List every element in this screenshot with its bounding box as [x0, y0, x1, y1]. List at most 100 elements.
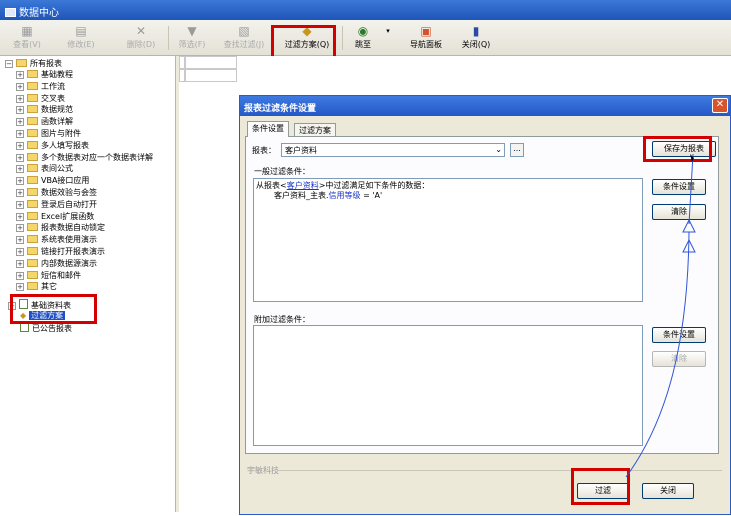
dialog-close-bottom-button[interactable]: 关闭 [642, 483, 694, 499]
dialog-close-bottom-label: 关闭 [660, 486, 676, 495]
folder-icon [27, 223, 38, 232]
tree-folder-item[interactable]: + 其它 [16, 281, 57, 292]
folder-icon [27, 164, 38, 173]
tree-folder-label: 链接打开报表演示 [41, 247, 105, 256]
expand-icon[interactable]: + [16, 71, 24, 79]
expand-icon[interactable]: + [16, 271, 24, 280]
tree-folder-item[interactable]: + 链接打开报表演示 [16, 246, 105, 257]
tree-folder-item[interactable]: + 函数详解 [16, 116, 73, 127]
condition-settings-label: 条件设置 [663, 182, 695, 191]
expand-icon[interactable]: + [16, 283, 24, 292]
tree-folder-label: 其它 [41, 282, 57, 292]
tree-filter-node[interactable]: ◆ 过滤方案 [20, 310, 66, 321]
expand-icon[interactable]: + [16, 236, 24, 245]
tab-filter-scheme[interactable]: 过滤方案 [294, 123, 336, 137]
extra-clear-button[interactable]: 清除 [652, 351, 706, 367]
expand-icon[interactable]: + [16, 130, 24, 138]
condition-line-2: 客户资料_主表.信用等级 = 'A' [274, 191, 382, 201]
filter-condition-dialog: 报表过滤条件设置 ✕ 条件设置 过滤方案 报表： 客户资料 ⌄ ... 保存为报… [239, 95, 731, 515]
tree-folder-item[interactable]: + 工作流 [16, 81, 65, 92]
tree-folder-label: 表间公式 [41, 164, 73, 174]
tree-root-label: 所有报表 [30, 59, 62, 68]
collapse-icon[interactable]: − [5, 60, 13, 68]
nav-panel-label: 导航面板 [410, 40, 442, 49]
condition-settings-button[interactable]: 条件设置 [652, 179, 706, 195]
tab-condition-settings-label: 条件设置 [252, 124, 284, 133]
tree-folder-label: 图片与附件 [41, 129, 81, 138]
folder-icon [27, 93, 38, 102]
expand-icon[interactable]: + [16, 177, 24, 186]
tree-folder-item[interactable]: + 登录后自动打开 [16, 199, 97, 210]
tree-folder-item[interactable]: + 交叉表 [16, 93, 65, 104]
tree-folder-item[interactable]: + 系统表使用演示 [16, 234, 97, 245]
tree-folder-item[interactable]: + 基础教程 [16, 69, 73, 80]
clear-label: 清除 [671, 207, 687, 216]
nav-panel-icon: ▣ [420, 24, 432, 38]
tab-condition-settings[interactable]: 条件设置 [247, 121, 289, 137]
expand-icon[interactable]: + [16, 259, 24, 268]
tree-folder-item[interactable]: + 表间公式 [16, 163, 73, 174]
expand-icon[interactable]: + [16, 82, 24, 91]
extra-condition-label: 附加过滤条件： [254, 315, 310, 324]
find-filter-label: 查找过滤(J) [223, 40, 265, 49]
tree-published-node[interactable]: 已公告报表 [20, 322, 72, 333]
filter-button[interactable]: 过滤 [577, 483, 629, 499]
funnel-filter-button[interactable]: ▼ 筛选(F) [172, 23, 212, 53]
close-toolbar-button[interactable]: ▮ 关闭(Q) [456, 23, 496, 53]
tree-folder-item[interactable]: + 短信和邮件 [16, 270, 81, 281]
grid-cell[interactable] [185, 56, 237, 69]
expand-icon[interactable]: + [16, 141, 24, 150]
extra-condition-box[interactable] [253, 325, 643, 446]
condition-report-link[interactable]: 客户资料 [287, 181, 319, 190]
collapse-icon[interactable]: − [8, 302, 16, 310]
tree-folder-item[interactable]: + 数据规范 [16, 104, 73, 115]
close-toolbar-label: 关闭(Q) [461, 40, 491, 49]
tree-folder-item[interactable]: + 内部数据源演示 [16, 258, 97, 269]
clear-button[interactable]: 清除 [652, 204, 706, 220]
folder-icon [27, 176, 38, 185]
expand-icon[interactable]: + [16, 224, 24, 233]
jump-to-dropdown[interactable]: ▾ [384, 23, 392, 53]
edit-button[interactable]: ▤ 修改(E) [60, 23, 102, 53]
expand-icon[interactable]: + [16, 106, 24, 115]
view-button[interactable]: ▦ 查看(V) [6, 23, 48, 53]
dialog-close-button[interactable]: ✕ [712, 98, 728, 113]
jump-to-icon: ◉ [357, 24, 369, 38]
tree-folder-label: 数据规范 [41, 105, 73, 115]
tab-filter-scheme-label: 过滤方案 [299, 126, 331, 135]
general-condition-box[interactable]: 从报表<客户资料>中过滤满足如下条件的数据： 客户资料_主表.信用等级 = 'A… [253, 178, 643, 302]
expand-icon[interactable]: + [16, 189, 24, 197]
expand-icon[interactable]: + [16, 94, 24, 103]
expand-icon[interactable]: + [16, 248, 24, 256]
tree-folder-item[interactable]: + Excel扩展函数 [16, 211, 94, 222]
save-as-scheme-button[interactable]: 保存为报表 [652, 141, 716, 157]
jump-to-button[interactable]: ◉ 跳至 [348, 23, 378, 53]
tree-folder-item[interactable]: + 图片与附件 [16, 128, 81, 139]
tree-folder-item[interactable]: + 数据效验与会签 [16, 187, 97, 198]
expand-icon[interactable]: + [16, 212, 24, 221]
folder-icon [27, 199, 38, 208]
expand-icon[interactable]: + [16, 165, 24, 174]
dialog-title: 报表过滤条件设置 [244, 104, 317, 114]
extra-condition-settings-button[interactable]: 条件设置 [652, 327, 706, 343]
tree-folder-item[interactable]: + VBA接口应用 [16, 175, 89, 186]
find-filter-button[interactable]: ▧ 查找过滤(J) [218, 23, 270, 53]
report-browse-button[interactable]: ... [510, 143, 524, 157]
tree-folder-item[interactable]: + 多个数据表对应一个数据表详解 [16, 152, 153, 163]
delete-button[interactable]: ✕ 删除(D) [120, 23, 162, 53]
grid-cell[interactable] [185, 69, 237, 82]
expand-icon[interactable]: + [16, 118, 24, 127]
filter-scheme-button[interactable]: ◆ 过滤方案(Q) [279, 23, 335, 53]
nav-panel-button[interactable]: ▣ 导航面板 [404, 23, 448, 53]
tree-basic-node[interactable]: − 基础资料表 [8, 299, 71, 310]
tree-folder-label: 基础教程 [41, 70, 73, 79]
expand-icon[interactable]: + [16, 153, 24, 162]
tree-folder-label: 系统表使用演示 [41, 235, 97, 245]
folder-icon [27, 81, 38, 90]
report-select[interactable]: 客户资料 ⌄ [281, 143, 505, 157]
expand-icon[interactable]: + [16, 200, 24, 209]
tree-root[interactable]: − 所有报表 [5, 58, 62, 69]
view-icon: ▦ [21, 24, 33, 38]
tree-folder-item[interactable]: + 报表数据自动锁定 [16, 222, 105, 233]
tree-folder-item[interactable]: + 多人填写报表 [16, 140, 89, 151]
